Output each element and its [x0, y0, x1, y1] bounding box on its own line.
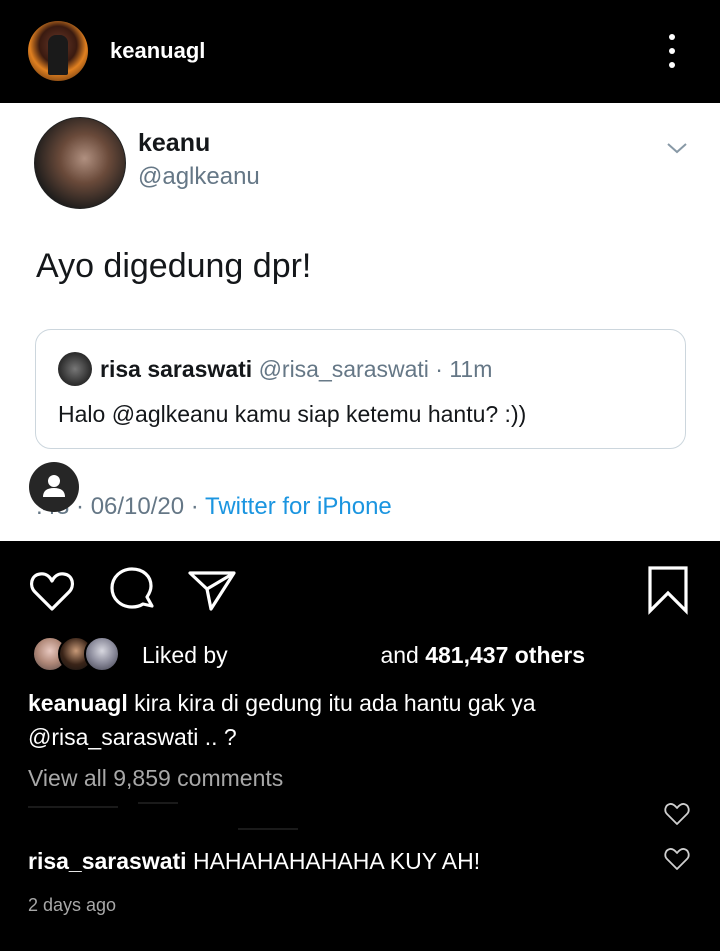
caption-username[interactable]: keanuagl: [28, 690, 128, 716]
likes-count: 481,437 others: [425, 642, 586, 668]
tweet-author-handle: @aglkeanu: [138, 163, 260, 190]
comment-item: risa_saraswati HAHAHAHAHAHA KUY AH!: [28, 848, 480, 875]
tweet-footer: ​​:43 · 06/10/20 · Twitter for iPhone: [36, 493, 392, 521]
heart-icon[interactable]: [27, 565, 77, 615]
bookmark-icon[interactable]: [643, 565, 693, 615]
comment-text: HAHAHAHAHAHA KUY AH!: [192, 848, 481, 874]
comment-like-heart-icon[interactable]: [664, 847, 690, 871]
tweet-text: Ayo digedung dpr!: [36, 247, 312, 285]
liked-by-prefix: Liked by: [142, 642, 228, 668]
comment-icon[interactable]: [107, 565, 157, 615]
more-vertical-icon[interactable]: [660, 32, 684, 72]
quoted-text: Halo @aglkeanu kamu siap ketemu hantu? :…: [58, 401, 527, 427]
likes-row[interactable]: Liked by and 481,437 others: [32, 636, 712, 676]
post-header: keanuagl: [0, 0, 720, 103]
quoted-author-name: risa saraswati: [100, 356, 253, 382]
action-bar: [0, 541, 720, 631]
quoted-author-meta: @risa_saraswati · 11m: [258, 356, 493, 382]
comment-username[interactable]: risa_saraswati: [28, 848, 187, 874]
redacted-username: [234, 648, 374, 666]
liked-by-text: Liked by and 481,437 others: [142, 642, 585, 669]
tweet-author-name: keanu: [138, 129, 211, 157]
liker-avatar: [84, 636, 120, 672]
quoted-tweet: risa saraswati @risa_saraswati · 11m Hal…: [35, 329, 686, 449]
comment-like-heart-icon[interactable]: [664, 802, 690, 826]
tweet-card: keanu @aglkeanu Ayo digedung dpr! risa s…: [0, 103, 720, 541]
post-caption: keanuagl kira kira di gedung itu ada han…: [28, 686, 688, 754]
header-username[interactable]: keanuagl: [110, 38, 205, 64]
user-icon[interactable]: [29, 462, 79, 512]
chevron-down-icon: [667, 143, 687, 154]
post-timestamp: 2 days ago: [28, 895, 117, 915]
liked-by-and: and: [380, 642, 419, 668]
share-icon[interactable]: [187, 565, 237, 615]
quoted-avatar: [58, 352, 92, 386]
profile-avatar[interactable]: [28, 21, 88, 81]
tweet-source: Twitter for iPhone: [205, 493, 392, 520]
redacted-comment: [28, 802, 628, 832]
quoted-header: risa saraswati @risa_saraswati · 11m: [100, 356, 492, 383]
tweet-avatar: [34, 117, 126, 209]
view-all-comments-link[interactable]: View all 9,859 comments: [28, 765, 283, 792]
